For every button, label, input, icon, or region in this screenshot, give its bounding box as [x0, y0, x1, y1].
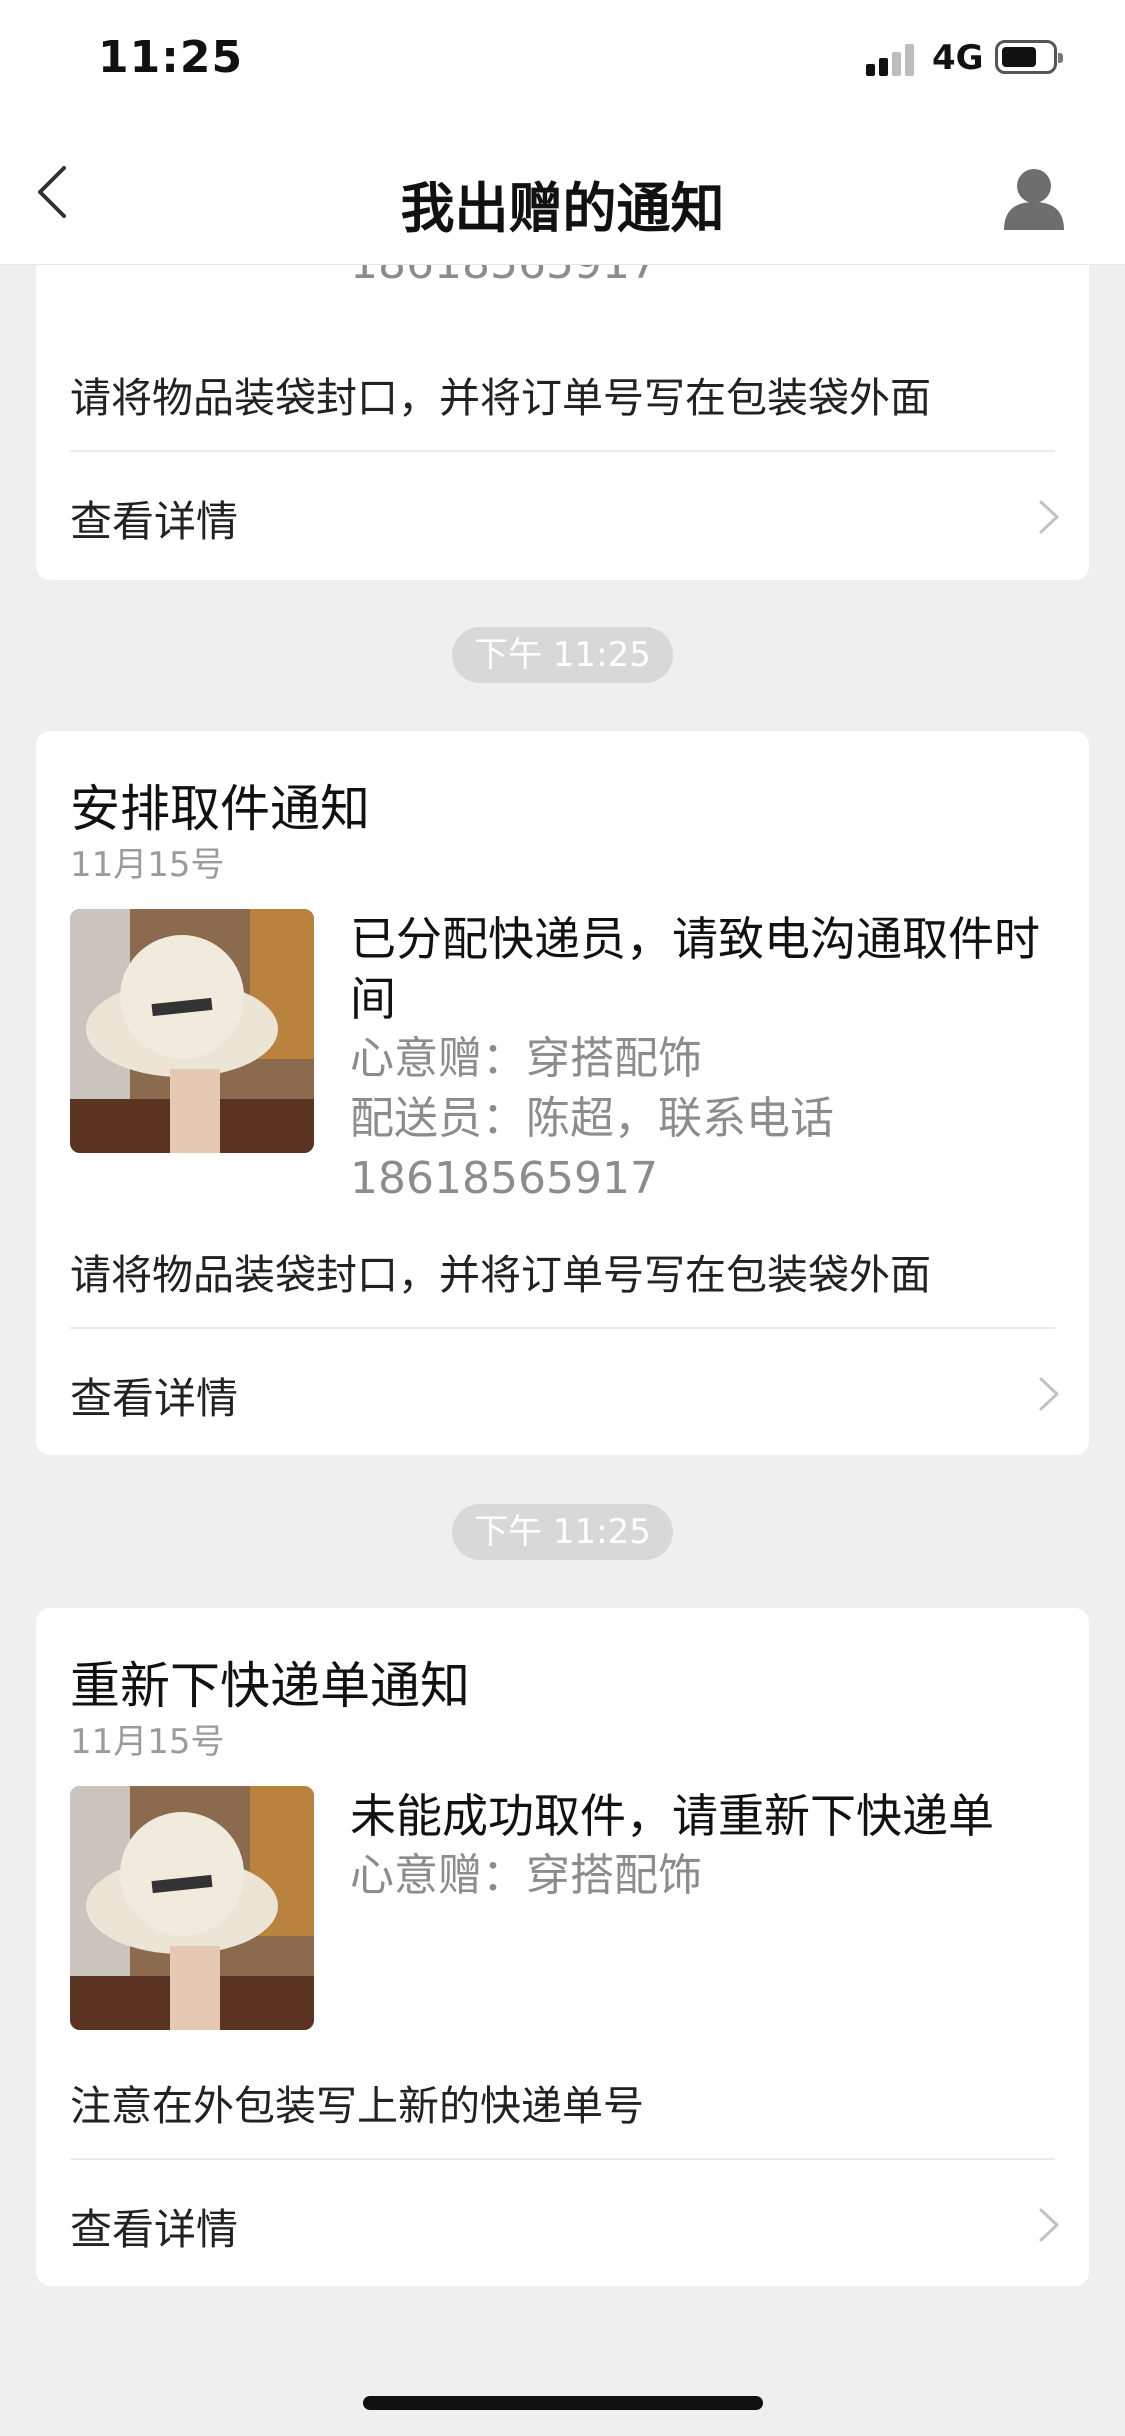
view-details-row[interactable]: 查看详情 — [36, 452, 1089, 580]
notification-note: 注意在外包装写上新的快递单号 — [70, 2082, 644, 2130]
status-time: 11:25 — [98, 32, 244, 83]
notification-detail-line: 配送员：陈超，联系电话 — [350, 1093, 834, 1144]
view-details-row[interactable]: 查看详情 — [36, 1329, 1089, 1455]
notification-detail-line: 心意赠：穿搭配饰 — [350, 1850, 702, 1901]
notification-info: 未能成功取件，请重新下快递单 心意赠：穿搭配饰 — [350, 1786, 1070, 1906]
battery-icon — [995, 40, 1063, 74]
notification-detail-line: 心意赠：穿搭配饰 — [350, 1033, 702, 1084]
status-bar: 11:25 4G — [0, 0, 1125, 120]
cellular-signal-icon — [866, 44, 916, 76]
view-details-label: 查看详情 — [70, 1374, 239, 1423]
item-thumbnail — [70, 1786, 314, 2030]
view-details-label: 查看详情 — [70, 2205, 239, 2254]
notification-note: 请将物品装袋封口，并将订单号写在包装袋外面 — [70, 374, 931, 422]
notification-title: 重新下快递单通知 — [70, 1657, 470, 1715]
timestamp-pill: 下午 11:25 — [452, 1504, 673, 1560]
nav-bar: 我出赠的通知 — [0, 120, 1125, 265]
user-icon — [1004, 169, 1064, 230]
notification-headline: 已分配快递员，请致电沟通取件时间 — [350, 912, 1040, 1026]
view-details-row[interactable]: 查看详情 — [36, 2160, 1089, 2286]
chevron-right-icon — [1039, 2208, 1059, 2242]
notification-date: 11月15号 — [70, 1722, 225, 1762]
timestamp-pill: 下午 11:25 — [452, 627, 673, 683]
chevron-right-icon — [1039, 500, 1059, 534]
network-type: 4G — [932, 38, 984, 78]
notification-date: 11月15号 — [70, 845, 225, 885]
notification-card: 安排取件通知 11月15号 已分配快递员，请致电沟通取件时间 心意赠：穿搭配饰 … — [36, 731, 1089, 1455]
notification-detail-line: 18618565917 — [350, 1153, 658, 1204]
notification-info: 已分配快递员，请致电沟通取件时间 心意赠：穿搭配饰 配送员：陈超，联系电话 18… — [350, 909, 1070, 1209]
view-details-label: 查看详情 — [70, 497, 239, 546]
chevron-right-icon — [1039, 1377, 1059, 1411]
page-title: 我出赠的通知 — [400, 177, 725, 240]
notification-title: 安排取件通知 — [70, 780, 370, 838]
item-thumbnail — [70, 909, 314, 1153]
notification-headline: 未能成功取件，请重新下快递单 — [350, 1789, 994, 1843]
profile-button[interactable] — [1000, 164, 1068, 232]
home-indicator[interactable] — [363, 2396, 763, 2410]
notification-card: 重新下快递单通知 11月15号 未能成功取件，请重新下快递单 心意赠：穿搭配饰 … — [36, 1608, 1089, 2286]
notification-note: 请将物品装袋封口，并将订单号写在包装袋外面 — [70, 1251, 931, 1299]
